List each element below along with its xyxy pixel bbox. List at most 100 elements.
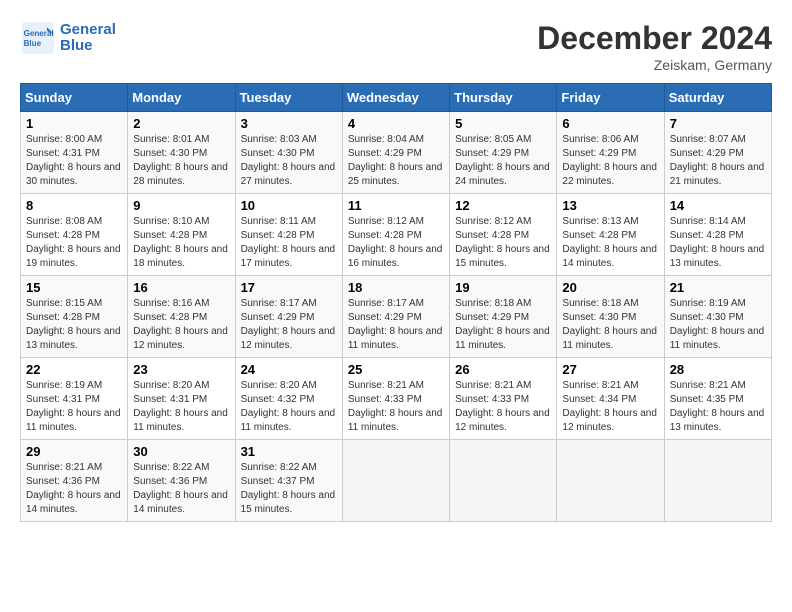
day-info: Sunrise: 8:21 AMSunset: 4:33 PMDaylight:… [348, 379, 444, 435]
day-info: Sunrise: 8:22 AMSunset: 4:36 PMDaylight:… [133, 461, 229, 517]
day-info: Sunrise: 8:21 AMSunset: 4:36 PMDaylight:… [26, 461, 122, 517]
weekday-header-wednesday: Wednesday [342, 84, 449, 112]
day-info: Sunrise: 8:12 AMSunset: 4:28 PMDaylight:… [348, 215, 444, 271]
day-number: 13 [562, 198, 658, 213]
calendar-cell: 21 Sunrise: 8:19 AMSunset: 4:30 PMDayligh… [664, 276, 771, 358]
calendar-cell: 14Sunrise: 8:14 AMSunset: 4:28 PMDayligh… [664, 194, 771, 276]
day-number: 31 [241, 444, 337, 459]
day-number: 25 [348, 362, 444, 377]
day-info: Sunrise: 8:16 AMSunset: 4:28 PMDaylight:… [133, 297, 229, 353]
day-info: Sunrise: 8:10 AMSunset: 4:28 PMDaylight:… [133, 215, 229, 271]
day-number: 18 [348, 280, 444, 295]
calendar-cell: 6Sunrise: 8:06 AMSunset: 4:29 PMDaylight… [557, 112, 664, 194]
title-block: December 2024 Zeiskam, Germany [537, 20, 772, 73]
day-info: Sunrise: 8:14 AMSunset: 4:28 PMDaylight:… [670, 215, 766, 271]
day-info: Sunrise: 8:08 AMSunset: 4:28 PMDaylight:… [26, 215, 122, 271]
calendar-week-row: 8 Sunrise: 8:08 AMSunset: 4:28 PMDaylight… [21, 194, 772, 276]
calendar-cell: 19 Sunrise: 8:18 AMSunset: 4:29 PMDayligh… [450, 276, 557, 358]
month-title: December 2024 [537, 20, 772, 57]
day-number: 15 [26, 280, 122, 295]
calendar-cell: 7 Sunrise: 8:07 AMSunset: 4:29 PMDaylight… [664, 112, 771, 194]
day-info: Sunrise: 8:11 AMSunset: 4:28 PMDaylight:… [241, 215, 337, 271]
calendar-week-row: 15 Sunrise: 8:15 AMSunset: 4:28 PMDayligh… [21, 276, 772, 358]
day-number: 17 [241, 280, 337, 295]
calendar-cell: 12Sunrise: 8:12 AMSunset: 4:28 PMDayligh… [450, 194, 557, 276]
day-info: Sunrise: 8:22 AMSunset: 4:37 PMDaylight:… [241, 461, 337, 517]
day-info: Sunrise: 8:01 AMSunset: 4:30 PMDaylight:… [133, 133, 229, 189]
calendar-table: SundayMondayTuesdayWednesdayThursdayFrid… [20, 83, 772, 522]
weekday-header-monday: Monday [128, 84, 235, 112]
day-info: Sunrise: 8:19 AMSunset: 4:31 PMDaylight:… [26, 379, 122, 435]
page-header: General Blue GeneralBlue December 2024 Z… [20, 20, 772, 73]
calendar-cell: 4 Sunrise: 8:04 AMSunset: 4:29 PMDaylight… [342, 112, 449, 194]
logo-icon: General Blue [20, 20, 56, 56]
calendar-cell: 2 Sunrise: 8:01 AMSunset: 4:30 PMDaylight… [128, 112, 235, 194]
weekday-header-thursday: Thursday [450, 84, 557, 112]
calendar-cell: 26 Sunrise: 8:21 AMSunset: 4:33 PMDayligh… [450, 358, 557, 440]
calendar-cell: 5 Sunrise: 8:05 AMSunset: 4:29 PMDaylight… [450, 112, 557, 194]
calendar-cell [342, 440, 449, 522]
calendar-body: 1 Sunrise: 8:00 AMSunset: 4:31 PMDaylight… [21, 112, 772, 522]
calendar-cell [450, 440, 557, 522]
calendar-cell: 29 Sunrise: 8:21 AMSunset: 4:36 PMDayligh… [21, 440, 128, 522]
day-number: 21 [670, 280, 766, 295]
logo: General Blue GeneralBlue [20, 20, 116, 56]
day-number: 20 [562, 280, 658, 295]
calendar-cell: 17 Sunrise: 8:17 AMSunset: 4:29 PMDayligh… [235, 276, 342, 358]
day-info: Sunrise: 8:17 AMSunset: 4:29 PMDaylight:… [241, 297, 337, 353]
day-info: Sunrise: 8:00 AMSunset: 4:31 PMDaylight:… [26, 133, 122, 189]
day-number: 30 [133, 444, 229, 459]
calendar-cell [664, 440, 771, 522]
weekday-header-tuesday: Tuesday [235, 84, 342, 112]
day-info: Sunrise: 8:03 AMSunset: 4:30 PMDaylight:… [241, 133, 337, 189]
calendar-cell: 24Sunrise: 8:20 AMSunset: 4:32 PMDayligh… [235, 358, 342, 440]
calendar-cell: 20 Sunrise: 8:18 AMSunset: 4:30 PMDayligh… [557, 276, 664, 358]
day-info: Sunrise: 8:18 AMSunset: 4:30 PMDaylight:… [562, 297, 658, 353]
day-number: 4 [348, 116, 444, 131]
day-info: Sunrise: 8:20 AMSunset: 4:31 PMDaylight:… [133, 379, 229, 435]
calendar-cell: 30 Sunrise: 8:22 AMSunset: 4:36 PMDayligh… [128, 440, 235, 522]
day-info: Sunrise: 8:04 AMSunset: 4:29 PMDaylight:… [348, 133, 444, 189]
calendar-cell: 22 Sunrise: 8:19 AMSunset: 4:31 PMDayligh… [21, 358, 128, 440]
day-number: 23 [133, 362, 229, 377]
calendar-week-row: 22 Sunrise: 8:19 AMSunset: 4:31 PMDayligh… [21, 358, 772, 440]
calendar-cell: 28 Sunrise: 8:21 AMSunset: 4:35 PMDayligh… [664, 358, 771, 440]
day-info: Sunrise: 8:19 AMSunset: 4:30 PMDaylight:… [670, 297, 766, 353]
day-number: 11 [348, 198, 444, 213]
day-info: Sunrise: 8:21 AMSunset: 4:34 PMDaylight:… [562, 379, 658, 435]
day-number: 2 [133, 116, 229, 131]
calendar-cell: 18Sunrise: 8:17 AMSunset: 4:29 PMDayligh… [342, 276, 449, 358]
calendar-cell: 1 Sunrise: 8:00 AMSunset: 4:31 PMDaylight… [21, 112, 128, 194]
day-info: Sunrise: 8:18 AMSunset: 4:29 PMDaylight:… [455, 297, 551, 353]
day-info: Sunrise: 8:15 AMSunset: 4:28 PMDaylight:… [26, 297, 122, 353]
calendar-cell: 27Sunrise: 8:21 AMSunset: 4:34 PMDayligh… [557, 358, 664, 440]
weekday-header-sunday: Sunday [21, 84, 128, 112]
day-number: 29 [26, 444, 122, 459]
day-number: 26 [455, 362, 551, 377]
calendar-cell: 31 Sunrise: 8:22 AMSunset: 4:37 PMDayligh… [235, 440, 342, 522]
day-number: 8 [26, 198, 122, 213]
logo-text: GeneralBlue [60, 22, 116, 55]
day-number: 10 [241, 198, 337, 213]
day-info: Sunrise: 8:07 AMSunset: 4:29 PMDaylight:… [670, 133, 766, 189]
day-number: 5 [455, 116, 551, 131]
day-number: 22 [26, 362, 122, 377]
weekday-header-friday: Friday [557, 84, 664, 112]
day-info: Sunrise: 8:12 AMSunset: 4:28 PMDaylight:… [455, 215, 551, 271]
day-number: 16 [133, 280, 229, 295]
day-number: 28 [670, 362, 766, 377]
day-number: 19 [455, 280, 551, 295]
weekday-header-saturday: Saturday [664, 84, 771, 112]
day-number: 1 [26, 116, 122, 131]
day-number: 7 [670, 116, 766, 131]
day-info: Sunrise: 8:21 AMSunset: 4:35 PMDaylight:… [670, 379, 766, 435]
calendar-week-row: 1 Sunrise: 8:00 AMSunset: 4:31 PMDaylight… [21, 112, 772, 194]
calendar-cell [557, 440, 664, 522]
calendar-cell: 25 Sunrise: 8:21 AMSunset: 4:33 PMDayligh… [342, 358, 449, 440]
day-info: Sunrise: 8:05 AMSunset: 4:29 PMDaylight:… [455, 133, 551, 189]
day-info: Sunrise: 8:21 AMSunset: 4:33 PMDaylight:… [455, 379, 551, 435]
calendar-week-row: 29 Sunrise: 8:21 AMSunset: 4:36 PMDayligh… [21, 440, 772, 522]
location: Zeiskam, Germany [537, 57, 772, 73]
day-info: Sunrise: 8:06 AMSunset: 4:29 PMDaylight:… [562, 133, 658, 189]
calendar-cell: 23 Sunrise: 8:20 AMSunset: 4:31 PMDayligh… [128, 358, 235, 440]
